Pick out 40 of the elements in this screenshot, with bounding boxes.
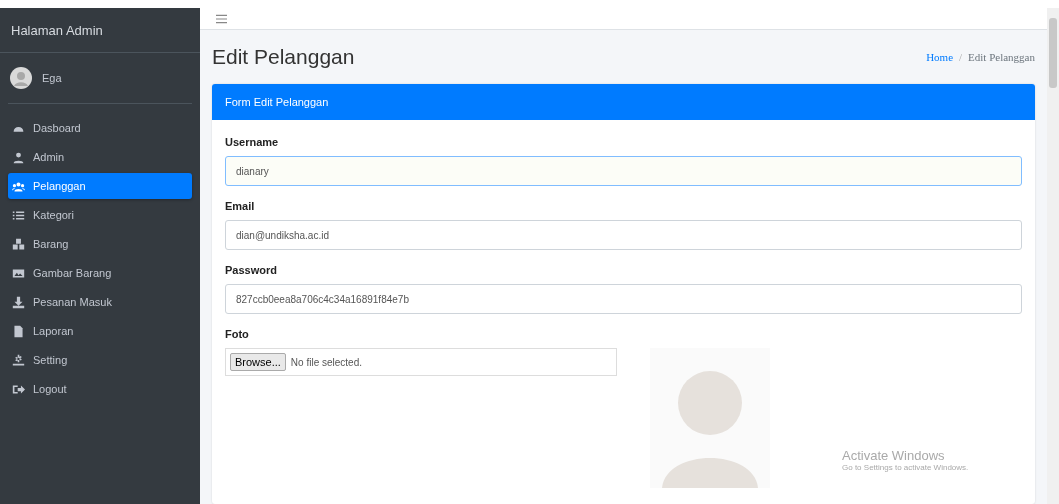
list-icon — [12, 208, 25, 222]
users-icon — [12, 179, 25, 193]
browse-button[interactable]: Browse... — [230, 353, 286, 371]
field-label: Foto — [225, 328, 250, 340]
scrollbar[interactable] — [1047, 8, 1059, 504]
file-input[interactable]: Browse... No file selected. — [225, 348, 617, 376]
cubes-icon — [12, 237, 25, 251]
sidebar-item[interactable]: Admin — [8, 144, 192, 170]
avatar-icon — [10, 67, 32, 89]
breadcrumb-current: Edit Pelanggan — [968, 51, 1035, 63]
field-label: Password — [225, 264, 278, 276]
sidebar-item[interactable]: Gambar Barang — [8, 260, 192, 286]
logout-icon — [12, 382, 25, 396]
activation-notice-text: Go to Settings to activate Windows. — [842, 463, 969, 472]
sidebar-item[interactable]: Dasboard — [8, 115, 192, 141]
file-status: No file selected. — [290, 356, 362, 368]
breadcrumb-separator: / — [959, 51, 963, 63]
sidebar-item[interactable]: Logout — [8, 376, 192, 402]
sidebar-item[interactable]: Laporan — [8, 318, 192, 344]
sidebar-item[interactable]: Barang — [8, 231, 192, 257]
user-name[interactable]: Ega — [42, 72, 62, 84]
menu-icon[interactable] — [216, 13, 227, 24]
scrollbar-thumb[interactable] — [1049, 18, 1057, 88]
card-title: Form Edit Pelanggan — [225, 96, 329, 108]
field-label: Username — [225, 136, 280, 148]
breadcrumb-link[interactable]: Home — [926, 51, 954, 63]
field-label: Email — [225, 200, 256, 212]
file-icon — [12, 324, 25, 338]
input-field[interactable]: 827ccb0eea8a706c4c34a16891f84e7b — [225, 284, 1022, 314]
image-icon — [12, 266, 25, 280]
page-title: Edit Pelanggan — [212, 45, 355, 69]
download-icon — [12, 295, 25, 309]
sidebar-item[interactable]: Pesanan Masuk — [8, 289, 192, 315]
activation-notice-title: Activate Windows — [842, 448, 946, 463]
input-field[interactable]: dianary — [225, 156, 1022, 186]
sidebar-item[interactable]: Setting — [8, 347, 192, 373]
sidebar-item[interactable]: Kategori — [8, 202, 192, 228]
input-field[interactable]: dian@undiksha.ac.id — [225, 220, 1022, 250]
sidebar-item[interactable]: Pelanggan — [8, 173, 192, 199]
user-icon — [12, 150, 25, 164]
